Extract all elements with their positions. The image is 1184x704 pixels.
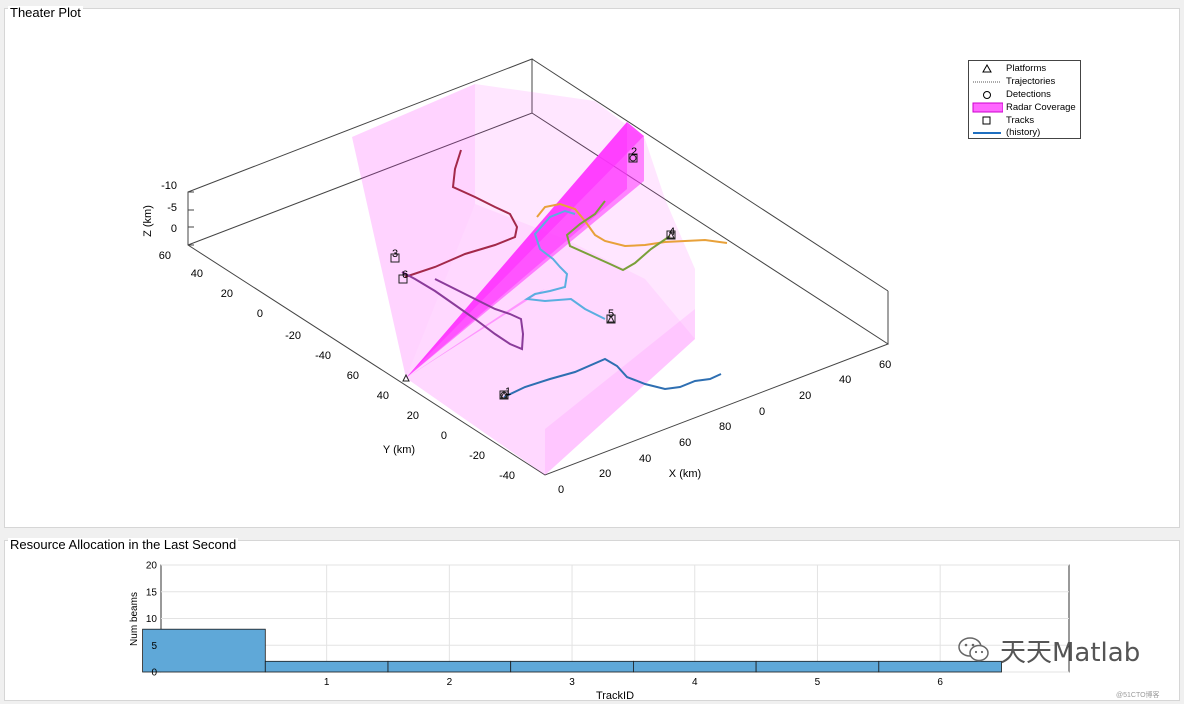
x-tick-label: 40 <box>639 453 651 465</box>
legend-item-trajectories[interactable]: Trajectories <box>969 75 1080 88</box>
y-tick-label: 20 <box>221 288 233 300</box>
y-tick-label: 15 <box>146 587 158 598</box>
track-label-3: 3 <box>392 248 398 260</box>
x-tick-label: 4 <box>692 677 698 688</box>
y-tick-label: 0 <box>441 430 447 442</box>
bar-trackid-1 <box>264 660 389 673</box>
dotted-line-icon <box>973 81 1001 83</box>
bar-trackid-4 <box>633 660 757 673</box>
resource-bar-chart[interactable]: 0 5 10 15 20 1 2 3 4 5 6 Num beams TrackID <box>5 541 1181 702</box>
x-tick-label: 60 <box>679 437 691 449</box>
x-axis-label: TrackID <box>596 690 634 702</box>
legend-item-platforms[interactable]: Platforms <box>969 62 1080 75</box>
z-tick-label: 0 <box>171 223 177 235</box>
x-tick-label: 3 <box>569 677 575 688</box>
bar-trackid-3 <box>510 660 634 673</box>
x-tick-label: 0 <box>759 406 765 418</box>
z-tick-label: -5 <box>167 202 177 214</box>
y-tick-label: 60 <box>347 370 359 382</box>
x-axis-label: X (km) <box>669 468 701 480</box>
theater-legend[interactable]: Platforms Trajectories Detections Radar … <box>968 60 1081 139</box>
track-label-2: 2 <box>631 146 637 158</box>
y-axis-label: Num beams <box>129 592 140 646</box>
legend-item-history[interactable]: (history) <box>969 126 1080 139</box>
x-tick-label: 2 <box>447 677 453 688</box>
y-tick-label: 10 <box>146 614 158 625</box>
bar-trackid-0 <box>142 628 266 673</box>
bar-trackid-2 <box>387 660 512 673</box>
wechat-icon <box>958 637 989 662</box>
z-axis-label: Z (km) <box>142 205 154 237</box>
circle-icon <box>983 91 991 99</box>
x-tick-label: 5 <box>815 677 821 688</box>
y-tick-label: 5 <box>151 641 157 652</box>
y-tick-label: -40 <box>315 350 331 362</box>
x-tick-label: 6 <box>937 677 943 688</box>
y-tick-label: 20 <box>146 561 158 572</box>
legend-item-detections[interactable]: Detections <box>969 88 1080 101</box>
legend-label: Platforms <box>1006 63 1047 74</box>
y-axis-label: Y (km) <box>383 444 415 456</box>
blue-line-icon <box>973 132 1001 134</box>
legend-label: Trajectories <box>1006 76 1056 87</box>
legend-label: Radar Coverage <box>1006 102 1076 113</box>
resource-allocation-panel: Resource Allocation in the Last Second 0… <box>4 538 1181 702</box>
x-tick-label: 20 <box>599 468 611 480</box>
x-tick-label: 0 <box>558 484 564 496</box>
theater-plot-panel: Theater Plot 1 2 3 4 5 6 -10 -5 0 Z (km)… <box>4 6 1180 528</box>
watermark-text: 天天Matlab <box>1000 638 1141 668</box>
x-tick-label: 60 <box>879 359 891 371</box>
y-tick-label: 60 <box>159 250 171 262</box>
y-tick-label: -20 <box>469 450 485 462</box>
track-label-1: 1 <box>505 386 511 398</box>
y-tick-label: -40 <box>499 470 515 482</box>
watermark-small: @51CTO博客 <box>1116 692 1160 699</box>
triangle-icon <box>982 63 992 73</box>
track-label-4: 4 <box>669 226 675 238</box>
track-label-5: 5 <box>608 308 614 320</box>
y-tick-label: 20 <box>407 410 419 422</box>
y-tick-label: 40 <box>377 390 389 402</box>
legend-item-radar-coverage[interactable]: Radar Coverage <box>969 101 1080 114</box>
x-tick-label: 40 <box>839 374 851 386</box>
y-tick-label: 40 <box>191 268 203 280</box>
y-tick-label: -20 <box>285 330 301 342</box>
track-label-6: 6 <box>402 269 408 281</box>
legend-label: Tracks <box>1006 115 1035 126</box>
z-tick-label: -10 <box>161 180 177 192</box>
y-tick-label: 0 <box>151 668 157 679</box>
legend-label: (history) <box>1006 127 1041 138</box>
x-tick-label: 1 <box>324 677 330 688</box>
x-tick-label: 80 <box>719 421 731 433</box>
magenta-patch-icon <box>972 102 1003 113</box>
x-tick-label: 20 <box>799 390 811 402</box>
y-tick-label: 0 <box>257 308 263 320</box>
bar-trackid-5 <box>755 660 880 673</box>
legend-label: Detections <box>1006 89 1051 100</box>
